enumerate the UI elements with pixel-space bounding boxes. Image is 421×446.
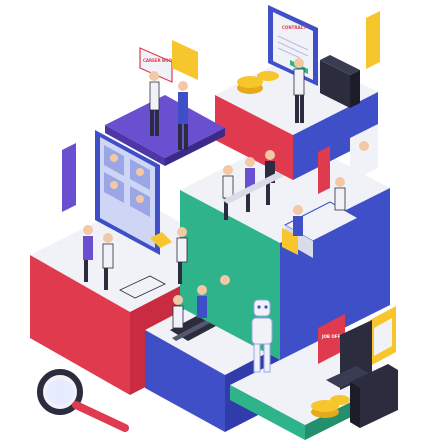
recruitment-isometric-illustration: CAREER BOOK CONTRACT JOB OFFER	[30, 5, 398, 440]
svg-text:CONTRACT: CONTRACT	[282, 25, 307, 30]
sign-board: CAREER BOOK	[139, 40, 198, 83]
svg-text:CAREER BOOK: CAREER BOOK	[143, 58, 176, 63]
